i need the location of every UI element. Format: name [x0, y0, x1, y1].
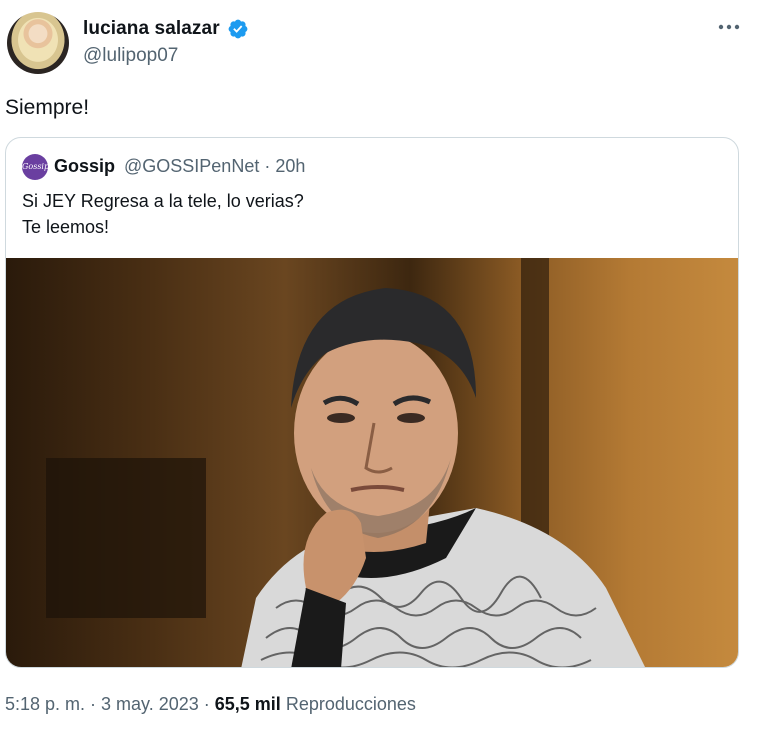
- tweet-datetime[interactable]: 5:18 p. m. · 3 may. 2023 ·: [5, 694, 215, 714]
- author-avatar[interactable]: [7, 12, 69, 74]
- quoted-tweet-photo[interactable]: [6, 258, 738, 667]
- views-count: 65,5 mil: [214, 694, 281, 714]
- quoted-author-avatar[interactable]: Gossip: [22, 154, 49, 180]
- quoted-tweet-line-1: Si JEY Regresa a la tele, lo verias?: [22, 191, 304, 211]
- views-label: Reproducciones: [280, 694, 416, 714]
- quoted-tweet-line-2: Te leemos!: [22, 217, 110, 237]
- tweet-meta: 5:18 p. m. · 3 may. 2023 · 65,5 mil Repr…: [5, 694, 416, 715]
- quoted-author-name[interactable]: Gossip: [54, 156, 115, 177]
- tweet-text: Siempre!: [5, 96, 90, 119]
- author-display-name[interactable]: luciana salazar: [83, 18, 220, 40]
- quoted-tweet-text: Si JEY Regresa a la tele, lo verias? Te …: [22, 188, 304, 240]
- verified-badge-icon: [228, 19, 248, 39]
- quoted-author-handle-time[interactable]: @GOSSIPenNet · 20h: [124, 156, 305, 177]
- more-dots-icon[interactable]: [716, 16, 742, 38]
- quoted-tweet-card[interactable]: Gossip Gossip @GOSSIPenNet · 20h Si JEY …: [5, 137, 739, 668]
- author-handle[interactable]: @lulipop07: [83, 45, 178, 67]
